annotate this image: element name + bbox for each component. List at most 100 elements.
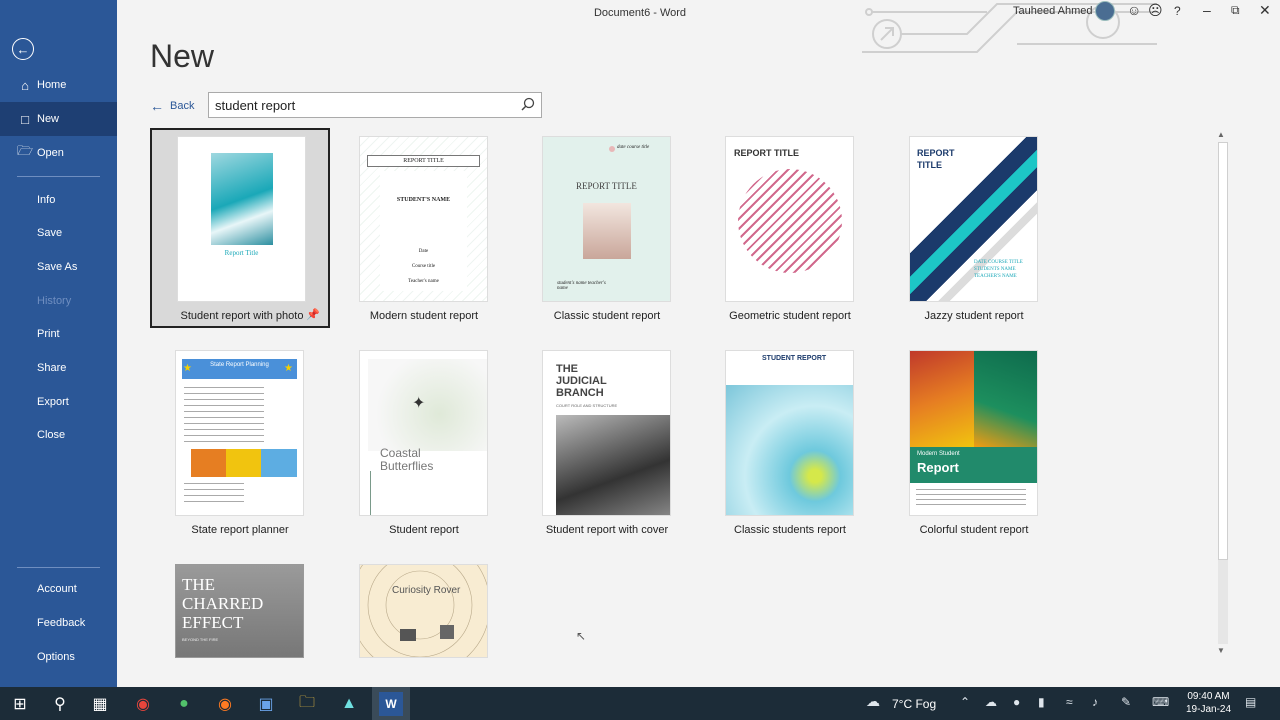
scroll-up-icon[interactable]: ▲ <box>1217 130 1225 139</box>
onedrive-icon[interactable]: ☁ <box>985 695 997 709</box>
search-icon[interactable]: ⚲ <box>48 692 72 716</box>
notifications-icon[interactable]: ▤ <box>1245 695 1256 709</box>
avatar[interactable] <box>1095 1 1115 21</box>
sidebar-item-label: Options <box>37 651 75 663</box>
sidebar-item-account[interactable]: Account <box>0 572 117 606</box>
frown-icon[interactable]: ☹ <box>1148 2 1163 19</box>
star-icon: ★ <box>284 363 293 374</box>
user-name[interactable]: Tauheed Ahmed <box>1013 5 1093 17</box>
template-thumbnail: Curiosity Rover <box>359 564 488 658</box>
search-box[interactable] <box>208 92 542 118</box>
template-label: Classic student report <box>553 310 661 322</box>
template-thumbnail: Modern Student Report <box>909 350 1038 516</box>
template-label: Jazzy student report <box>924 310 1024 322</box>
photo-image <box>556 415 670 515</box>
sidebar-item-label: Account <box>37 583 77 595</box>
template-tile[interactable]: STUDENT REPORT Classic students report <box>700 344 880 544</box>
sidebar-item-open[interactable]: 🗁 Open <box>0 136 117 170</box>
sidebar-item-options[interactable]: Options <box>0 640 117 674</box>
thumb-title: THE JUDICIAL BRANCH <box>556 363 607 399</box>
clock[interactable]: 09:40 AM 19-Jan-24 <box>1186 690 1231 716</box>
back-link[interactable]: ← Back <box>150 98 194 114</box>
mouse-cursor-icon: ↖ <box>576 629 587 643</box>
leaf-image <box>910 351 974 447</box>
template-tile[interactable]: date course title REPORT TITLE student's… <box>517 130 697 330</box>
sidebar-item-home[interactable]: ⌂ Home <box>0 68 117 102</box>
sidebar-item-label: Feedback <box>37 617 86 629</box>
thumb-title: REPORT TITLE <box>576 181 637 191</box>
template-tile[interactable]: Report Title Student report with photo 📌 <box>150 128 330 328</box>
new-document-icon: □ <box>21 111 29 127</box>
weather-text[interactable]: 7°C Fog <box>892 697 936 711</box>
template-tile[interactable]: Curiosity Rover <box>334 558 514 660</box>
edge-icon[interactable]: ● <box>172 692 196 716</box>
restore-icon[interactable]: ⧉ <box>1231 3 1240 18</box>
thumb-subtitle: COURT ROLE AND STRUCTURE <box>556 403 618 408</box>
chrome-icon[interactable]: ◉ <box>131 692 155 716</box>
smiley-icon[interactable]: ☺ <box>1127 2 1141 18</box>
template-thumbnail: Report Title <box>177 136 306 302</box>
back-arrow-icon[interactable]: ← <box>12 38 34 60</box>
sidebar-item-label: Info <box>37 194 56 206</box>
thumb-subtitle: BEYOND THE FIRE <box>182 637 219 642</box>
sidebar-item-new[interactable]: □ New <box>0 102 117 136</box>
volume-icon[interactable]: ♪ <box>1092 695 1098 709</box>
sidebar-item-share[interactable]: Share <box>0 351 117 385</box>
template-tile[interactable]: State Report Planning ★ ★ State report p… <box>150 344 330 544</box>
template-tile[interactable]: ✦ Coastal Butterflies Student report <box>334 344 514 544</box>
striped-circle-icon <box>738 169 842 273</box>
template-tile[interactable]: THE CHARRED EFFECT BEYOND THE FIRE <box>150 558 330 660</box>
windows-start-icon[interactable]: ⊞ <box>8 692 32 716</box>
template-tile[interactable]: REPORT TITLE Geometric student report <box>700 130 880 330</box>
pen-icon[interactable]: ✎ <box>1121 695 1131 709</box>
wifi-icon[interactable]: ≈ <box>1066 695 1073 709</box>
template-tile[interactable]: Modern Student Report Colorful student r… <box>884 344 1064 544</box>
task-view-icon[interactable]: ▦ <box>88 692 112 716</box>
close-icon[interactable]: ✕ <box>1259 2 1271 19</box>
template-tile[interactable]: THE JUDICIAL BRANCH COURT ROLE AND STRUC… <box>517 344 697 544</box>
template-label: Student report with cover <box>545 524 669 536</box>
text-lines <box>184 483 244 507</box>
color-table <box>191 449 297 477</box>
sidebar-item-feedback[interactable]: Feedback <box>0 606 117 640</box>
back-label: Back <box>170 100 195 112</box>
folder-open-icon: 🗁 <box>17 143 34 158</box>
microphone-icon[interactable]: ● <box>1013 695 1020 709</box>
thumb-title: REPORT TITLE <box>917 148 955 170</box>
sidebar-item-label: History <box>37 295 72 307</box>
minimize-icon[interactable]: – <box>1203 2 1211 18</box>
file-explorer-icon[interactable]: 🗀 <box>295 692 319 716</box>
word-icon[interactable]: W <box>379 692 403 716</box>
sidebar-item-print[interactable]: Print <box>0 317 117 351</box>
template-tile[interactable]: REPORT TITLE DATE COURSE TITLE STUDENTS … <box>884 130 1064 330</box>
pin-icon[interactable]: 📌 <box>306 308 320 321</box>
scroll-thumb[interactable] <box>1218 142 1228 560</box>
weather-cloud-icon[interactable]: ☁ <box>866 693 880 710</box>
sidebar-item-export[interactable]: Export <box>0 385 117 419</box>
sidebar-item-save[interactable]: Save <box>0 216 117 250</box>
chevron-up-icon[interactable]: ⌃ <box>960 695 970 709</box>
template-thumbnail: THE CHARRED EFFECT BEYOND THE FIRE <box>175 564 304 658</box>
sidebar-item-label: Print <box>37 328 60 340</box>
help-icon[interactable]: ? <box>1174 4 1181 18</box>
keyboard-icon[interactable]: ⌨ <box>1152 695 1169 709</box>
scroll-down-icon[interactable]: ▼ <box>1217 646 1225 655</box>
thumb-footer: student's name teacher's name <box>557 281 606 291</box>
sidebar-item-save-as[interactable]: Save As <box>0 250 117 284</box>
app-icon[interactable]: ▣ <box>254 692 278 716</box>
search-icon[interactable] <box>521 97 535 111</box>
sidebar-item-info[interactable]: Info <box>0 183 117 217</box>
template-label: Student report with photo <box>180 310 304 322</box>
app-icon[interactable]: ▲ <box>337 692 361 716</box>
template-tile[interactable]: REPORT TITLE STUDENT'S NAME Date Course … <box>334 130 514 330</box>
thumb-title: STUDENT REPORT <box>762 355 827 362</box>
text-lines <box>916 489 1026 507</box>
search-input[interactable] <box>209 93 509 117</box>
back-arrow-icon: ← <box>150 98 164 114</box>
vertical-scrollbar[interactable]: ▲ ▼ <box>1216 128 1230 658</box>
sidebar-item-close[interactable]: Close <box>0 418 117 452</box>
firefox-icon[interactable]: ◉ <box>213 692 237 716</box>
thumb-subtitle: Modern Student <box>917 451 960 457</box>
thumb-top: date course title <box>617 145 650 150</box>
battery-icon[interactable]: ▮ <box>1038 695 1045 709</box>
